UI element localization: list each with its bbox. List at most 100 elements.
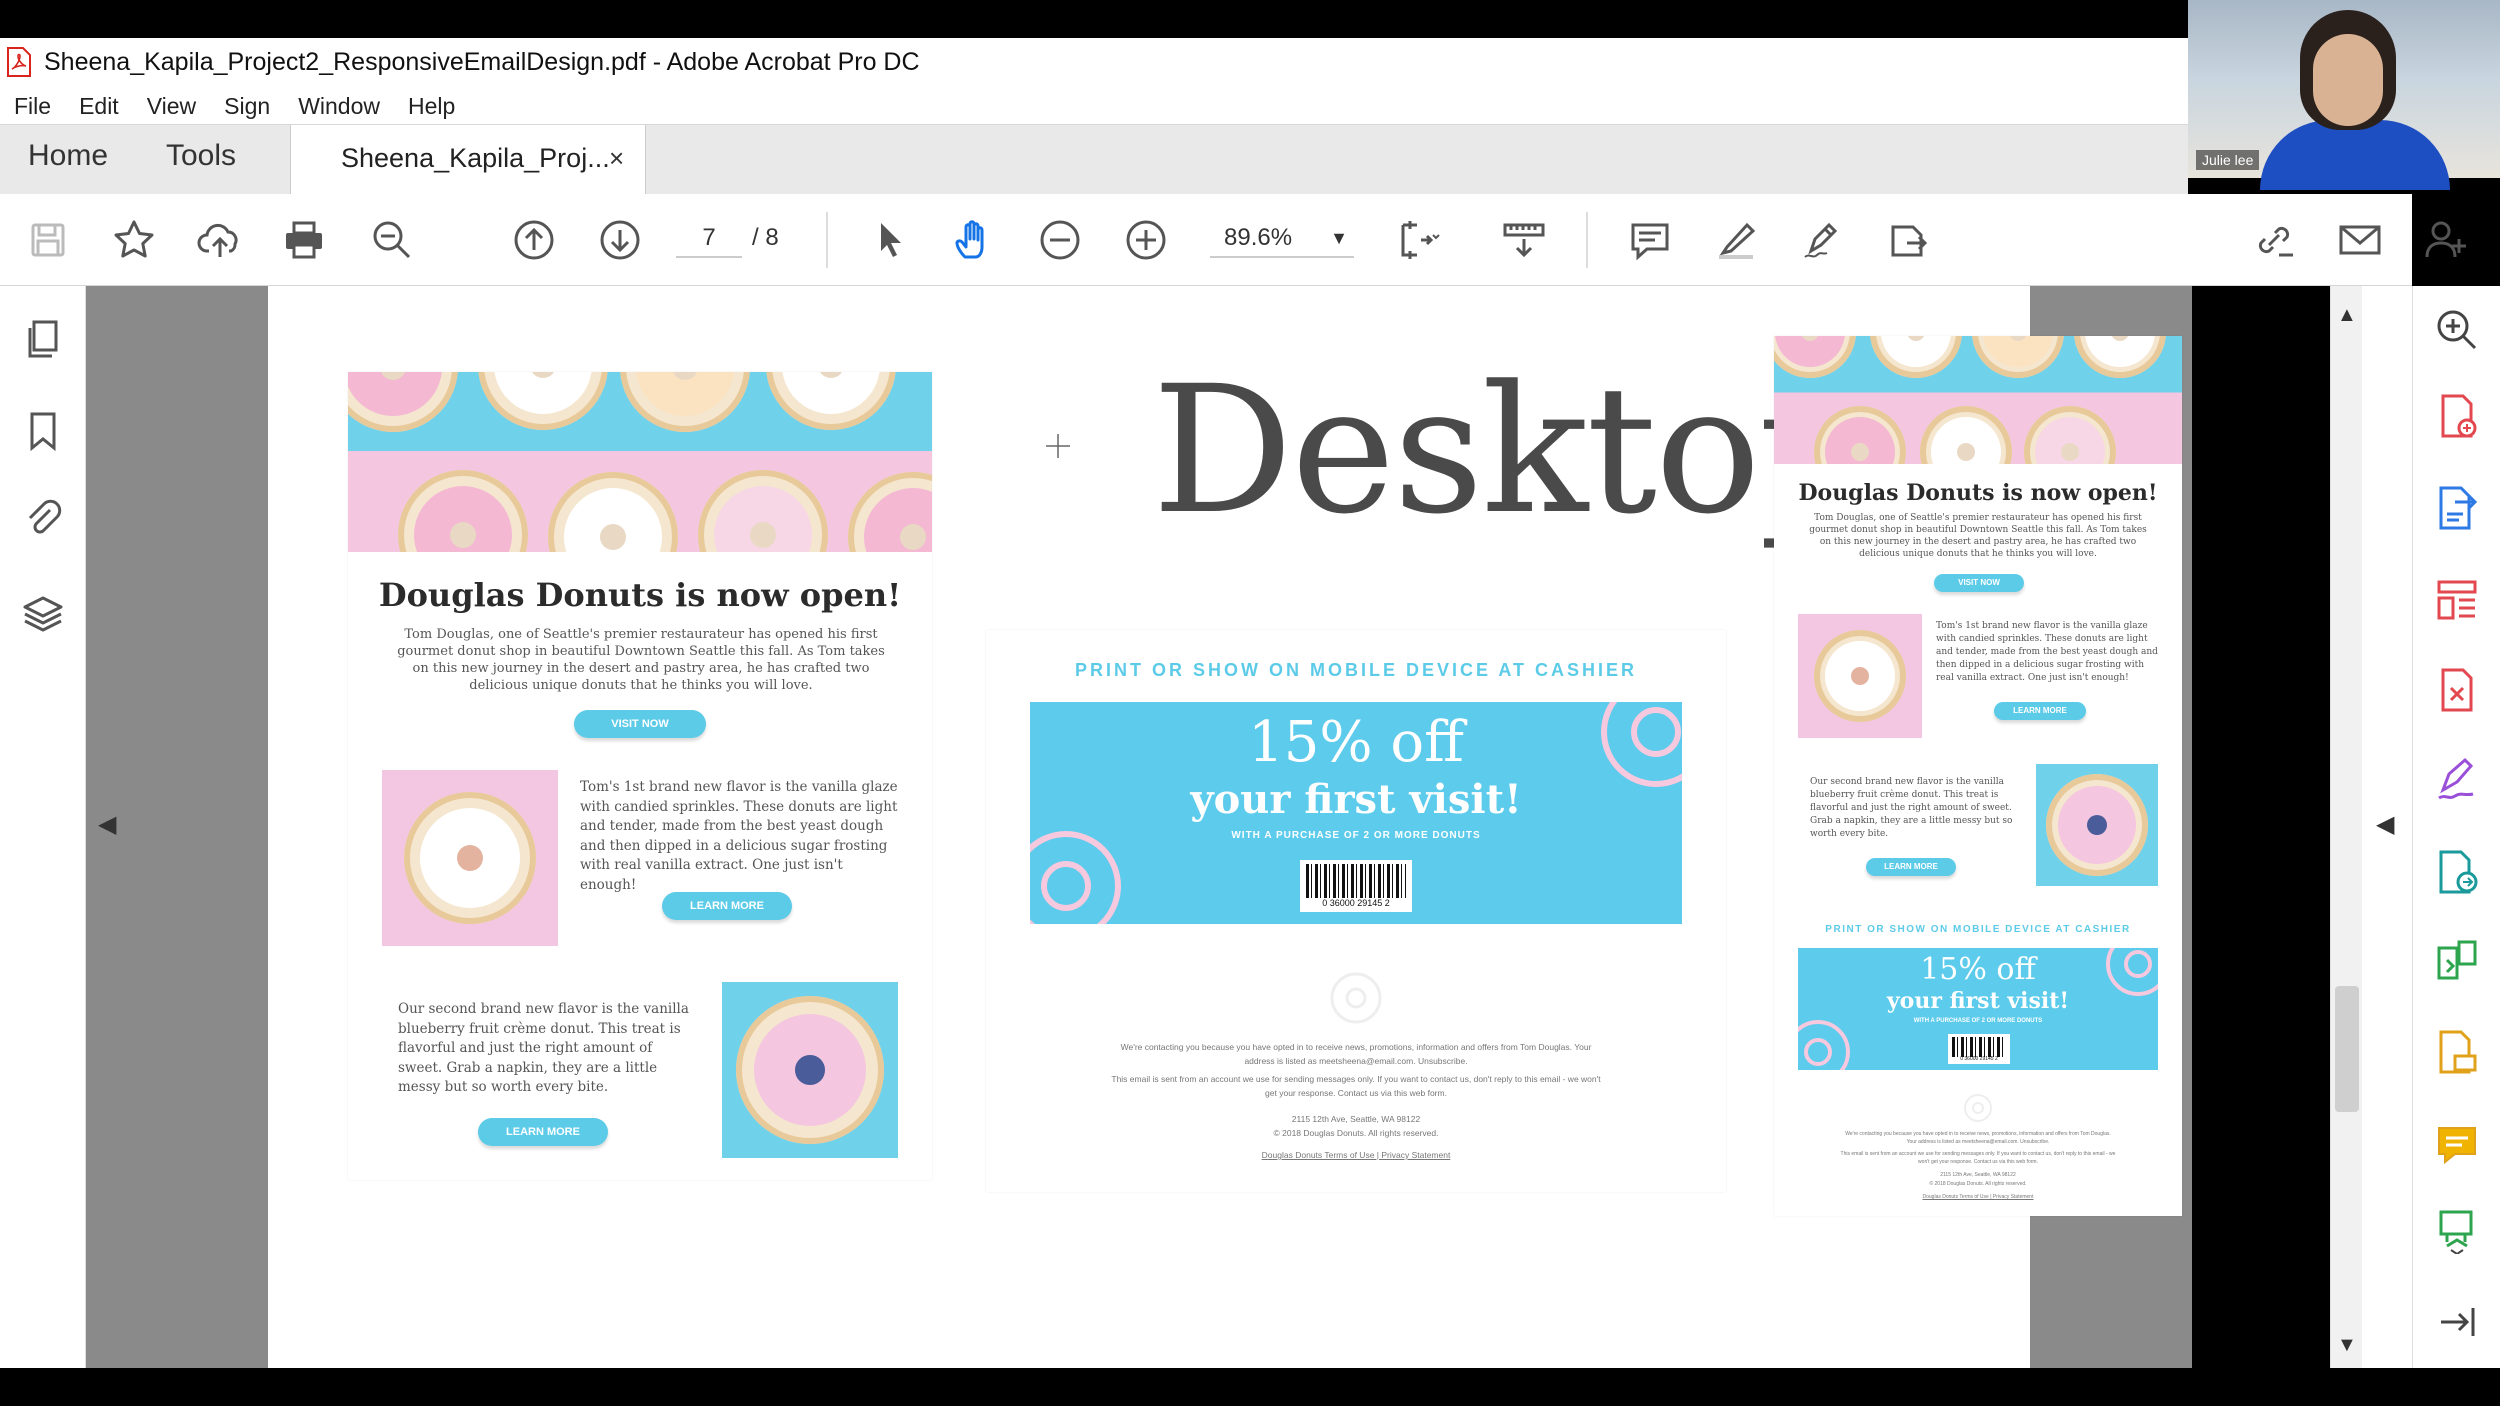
highlight-icon[interactable] — [1710, 214, 1762, 266]
blueberry-donut-image — [2036, 764, 2158, 886]
print-icon[interactable] — [278, 214, 330, 266]
zoom-level-select[interactable]: 89.6% ▼ — [1210, 218, 1354, 258]
send-for-review-icon[interactable] — [1882, 214, 1934, 266]
upload-cloud-icon[interactable] — [194, 214, 246, 266]
barcode-box: 0 36000 29145 2 — [1948, 1034, 2010, 1064]
select-cursor-icon[interactable] — [864, 214, 916, 266]
export-pdf-icon[interactable] — [2433, 484, 2481, 532]
menu-window[interactable]: Window — [298, 93, 380, 120]
menu-edit[interactable]: Edit — [79, 93, 119, 120]
fit-page-icon[interactable] — [1392, 214, 1444, 266]
tab-home[interactable]: Home — [28, 139, 108, 173]
page-up-icon[interactable] — [508, 214, 560, 266]
visit-now-button[interactable]: VISIT NOW — [1934, 574, 2024, 592]
footer-optin-text: We're contacting you because you have op… — [1120, 1042, 1592, 1066]
barcode-box: 0 36000 29145 2 — [1300, 860, 1412, 912]
page-down-icon[interactable] — [594, 214, 646, 266]
layers-icon[interactable] — [20, 592, 66, 638]
email-icon[interactable] — [2334, 214, 2386, 266]
learn-more-button[interactable]: LEARN MORE — [662, 892, 792, 920]
add-user-icon[interactable] — [2420, 214, 2472, 266]
zoom-in-icon[interactable] — [1120, 214, 1172, 266]
collapse-left-icon: ◀ — [98, 811, 117, 838]
donut-banner-image — [1774, 336, 2182, 464]
window-title: Sheena_Kapila_Project2_ResponsiveEmailDe… — [44, 47, 920, 76]
main-toolbar: 7 / 8 89.6% ▼ — [0, 194, 2466, 286]
footer-links[interactable]: Douglas Donuts Terms of Use | Privacy St… — [1774, 1194, 2182, 1200]
tab-bar: Home Tools Sheena_Kapila_Proj... × — [0, 124, 2188, 195]
footer-optin-text: We're contacting you because you have op… — [1845, 1131, 2111, 1145]
sprinkle-donut-image — [1798, 614, 1922, 738]
share-link-icon[interactable] — [2248, 214, 2300, 266]
menu-view[interactable]: View — [147, 93, 196, 120]
learn-more-button[interactable]: LEARN MORE — [1994, 702, 2086, 720]
organize-pages-icon[interactable] — [2433, 576, 2481, 624]
sign-icon[interactable] — [1796, 214, 1848, 266]
comment-tool-icon[interactable] — [2433, 1120, 2481, 1168]
hand-tool-icon[interactable] — [948, 214, 1000, 266]
bookmark-icon[interactable] — [20, 408, 66, 454]
fill-sign-icon[interactable] — [2433, 756, 2481, 804]
webcam-name-label: Julie lee — [2196, 150, 2260, 170]
document-canvas: Douglas Donuts is now open! Tom Douglas,… — [132, 286, 2192, 1368]
footer-links[interactable]: Douglas Donuts Terms of Use | Privacy St… — [986, 1150, 1726, 1160]
pdf-page: Douglas Donuts is now open! Tom Douglas,… — [268, 286, 2182, 1368]
blueberry-donut-image — [722, 982, 898, 1158]
attachment-icon[interactable] — [20, 496, 66, 542]
acrobat-window: Sheena_Kapila_Project2_ResponsiveEmailDe… — [0, 0, 2500, 1406]
tab-document[interactable]: Sheena_Kapila_Proj... × — [290, 125, 646, 195]
share-file-icon[interactable] — [2433, 1028, 2481, 1076]
menu-sign[interactable]: Sign — [224, 93, 270, 120]
page-number-input[interactable]: 7 — [676, 218, 742, 258]
coupon-first-visit: your first visit! — [1190, 776, 1522, 823]
tab-tools[interactable]: Tools — [166, 139, 236, 173]
combine-files-icon[interactable] — [2433, 938, 2481, 986]
search-zoom-icon[interactable] — [366, 214, 418, 266]
screen-top-border — [0, 0, 2500, 38]
right-panel-toggle[interactable]: ◀ — [2362, 286, 2412, 1368]
scrollbar-thumb[interactable] — [2335, 986, 2359, 1112]
email-intro-text: Tom Douglas, one of Seattle's premier re… — [1809, 513, 2147, 559]
toolbar-divider — [826, 212, 828, 268]
menu-help[interactable]: Help — [408, 93, 455, 120]
compress-pdf-icon[interactable] — [2433, 666, 2481, 714]
barcode — [1952, 1037, 2006, 1057]
flavor-one-text: Tom's 1st brand new flavor is the vanill… — [1936, 621, 2158, 683]
email-desktop-preview: Douglas Donuts is now open! Tom Douglas,… — [348, 372, 932, 1180]
learn-more-button[interactable]: LEARN MORE — [1866, 858, 1956, 876]
cashier-instruction: PRINT OR SHOW ON MOBILE DEVICE AT CASHIE… — [1825, 924, 2131, 935]
create-pdf-icon[interactable] — [2433, 392, 2481, 440]
star-icon[interactable] — [108, 214, 160, 266]
visit-now-button[interactable]: VISIT NOW — [574, 710, 706, 738]
more-tools-icon[interactable] — [2433, 1206, 2481, 1254]
flavor-one-text: Tom's 1st brand new flavor is the vanill… — [580, 779, 898, 893]
scroll-down-icon[interactable]: ▼ — [2337, 1334, 2357, 1357]
left-panel-toggle[interactable]: ◀ — [86, 286, 132, 1368]
vertical-scrollbar[interactable]: ▲ ▼ — [2330, 286, 2362, 1368]
left-navigation-rail — [0, 286, 86, 1368]
email-intro-text: Tom Douglas, one of Seattle's premier re… — [397, 627, 885, 693]
coupon-fine-print: WITH A PURCHASE OF 2 OR MORE DONUTS — [1913, 1018, 2043, 1024]
footer-address: 2115 12th Ave, Seattle, WA 98122 — [1291, 1114, 1421, 1124]
email-headline: Douglas Donuts is now open! — [378, 576, 902, 614]
save-icon[interactable] — [22, 214, 74, 266]
email-narrow-preview: Douglas Donuts is now open! Tom Douglas,… — [1774, 336, 2182, 1216]
menu-file[interactable]: File — [14, 93, 51, 120]
coupon-first-visit: your first visit! — [1886, 988, 2070, 1014]
enhance-scan-icon[interactable] — [2433, 306, 2481, 354]
coupon-percent: 15% off — [1920, 952, 2036, 987]
barcode — [1306, 864, 1406, 898]
learn-more-button[interactable]: LEARN MORE — [478, 1118, 608, 1146]
scroll-up-icon[interactable]: ▲ — [2337, 304, 2357, 327]
send-for-signature-icon[interactable] — [2433, 848, 2481, 896]
donut-logo-icon — [1964, 1094, 1992, 1122]
collapse-tools-icon[interactable] — [2433, 1298, 2481, 1346]
page-thumbnails-icon[interactable] — [20, 316, 66, 362]
email-headline: Douglas Donuts is now open! — [1798, 480, 2158, 506]
close-tab-icon[interactable]: × — [609, 143, 624, 174]
comment-icon[interactable] — [1624, 214, 1676, 266]
webcam-person-body — [2260, 120, 2450, 190]
scroll-mode-icon[interactable] — [1498, 214, 1550, 266]
page-total: / 8 — [752, 224, 779, 251]
zoom-out-icon[interactable] — [1034, 214, 1086, 266]
